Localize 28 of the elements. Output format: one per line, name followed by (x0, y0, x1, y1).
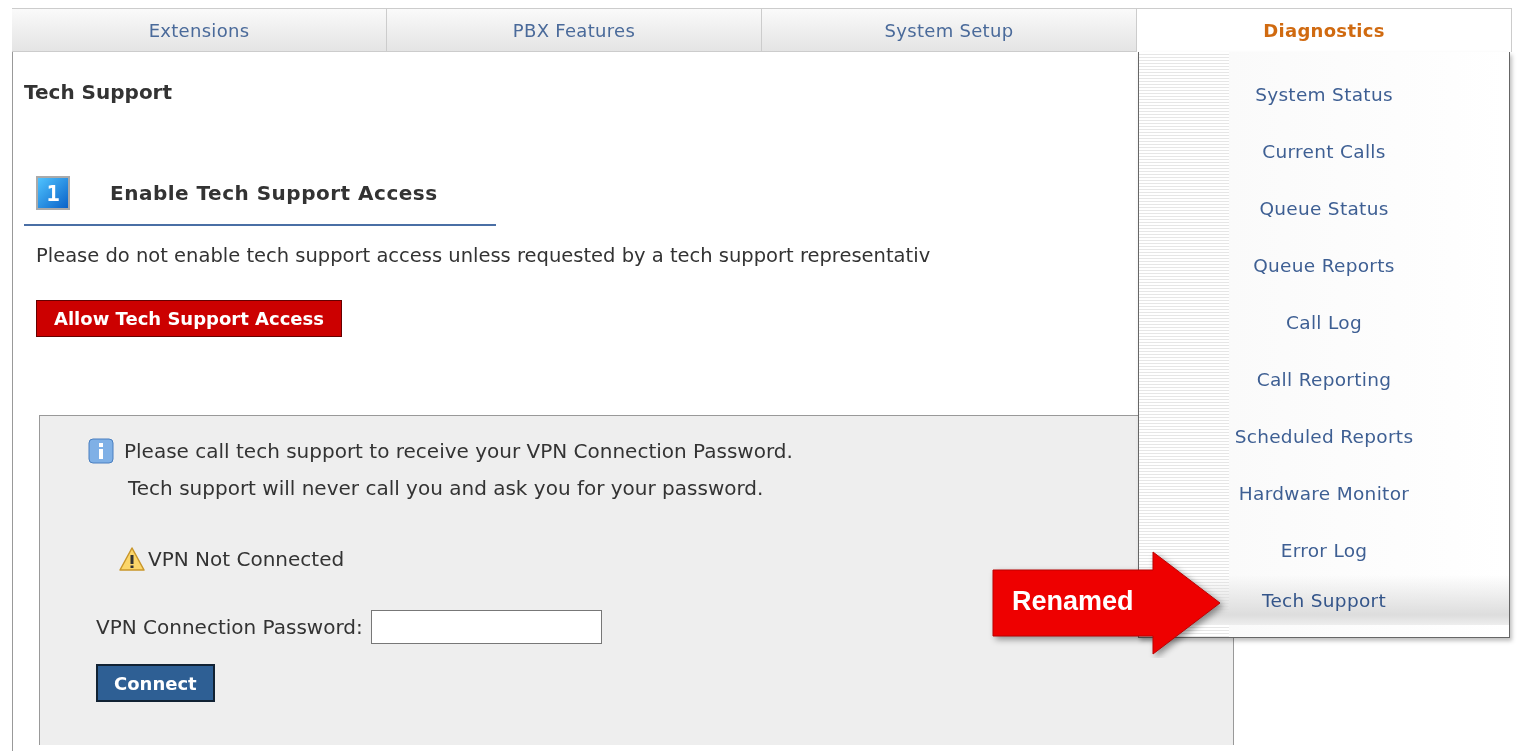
nav-tab[interactable]: Diagnostics (1137, 8, 1512, 52)
menu-item[interactable]: Call Reporting (1256, 369, 1392, 390)
step-number-badge: 1 (36, 176, 70, 210)
connect-button[interactable]: Connect (96, 664, 215, 702)
notice-text: Please do not enable tech support access unless requested by a tech support representativ (36, 244, 931, 267)
menu-item[interactable]: System Status (1255, 84, 1393, 105)
menu-item[interactable]: Tech Support (1261, 589, 1387, 611)
info-text: Please call tech support to receive your VPN Connection Password. (124, 438, 793, 463)
allow-access-button[interactable]: Allow Tech Support Access (36, 300, 342, 337)
menu-item[interactable]: Queue Status (1259, 198, 1389, 219)
info-text: Tech support will never call you and ask you for your password. (128, 475, 764, 500)
info-icon (88, 437, 114, 464)
vpn-status: VPN Not Connected (148, 547, 345, 571)
nav-tab[interactable]: Extensions (12, 8, 387, 52)
warning-icon (118, 546, 146, 572)
menu-item[interactable]: Scheduled Reports (1234, 426, 1414, 447)
callout-label: Renamed (1012, 586, 1134, 617)
section-heading: Enable Tech Support Access (110, 181, 438, 205)
password-field[interactable] (370, 610, 602, 644)
nav-tab[interactable]: System Setup (762, 8, 1137, 52)
field-label: VPN Connection Password: (96, 615, 363, 639)
menu-item[interactable]: Current Calls (1262, 141, 1386, 162)
menu-item[interactable]: Call Log (1286, 312, 1362, 333)
page-title: Tech Support (24, 80, 173, 104)
menu-item[interactable]: Queue Reports (1253, 255, 1395, 276)
menu-item[interactable]: Hardware Monitor (1238, 483, 1410, 504)
menu-item[interactable]: Error Log (1280, 540, 1368, 561)
nav-tab[interactable]: PBX Features (387, 8, 762, 52)
